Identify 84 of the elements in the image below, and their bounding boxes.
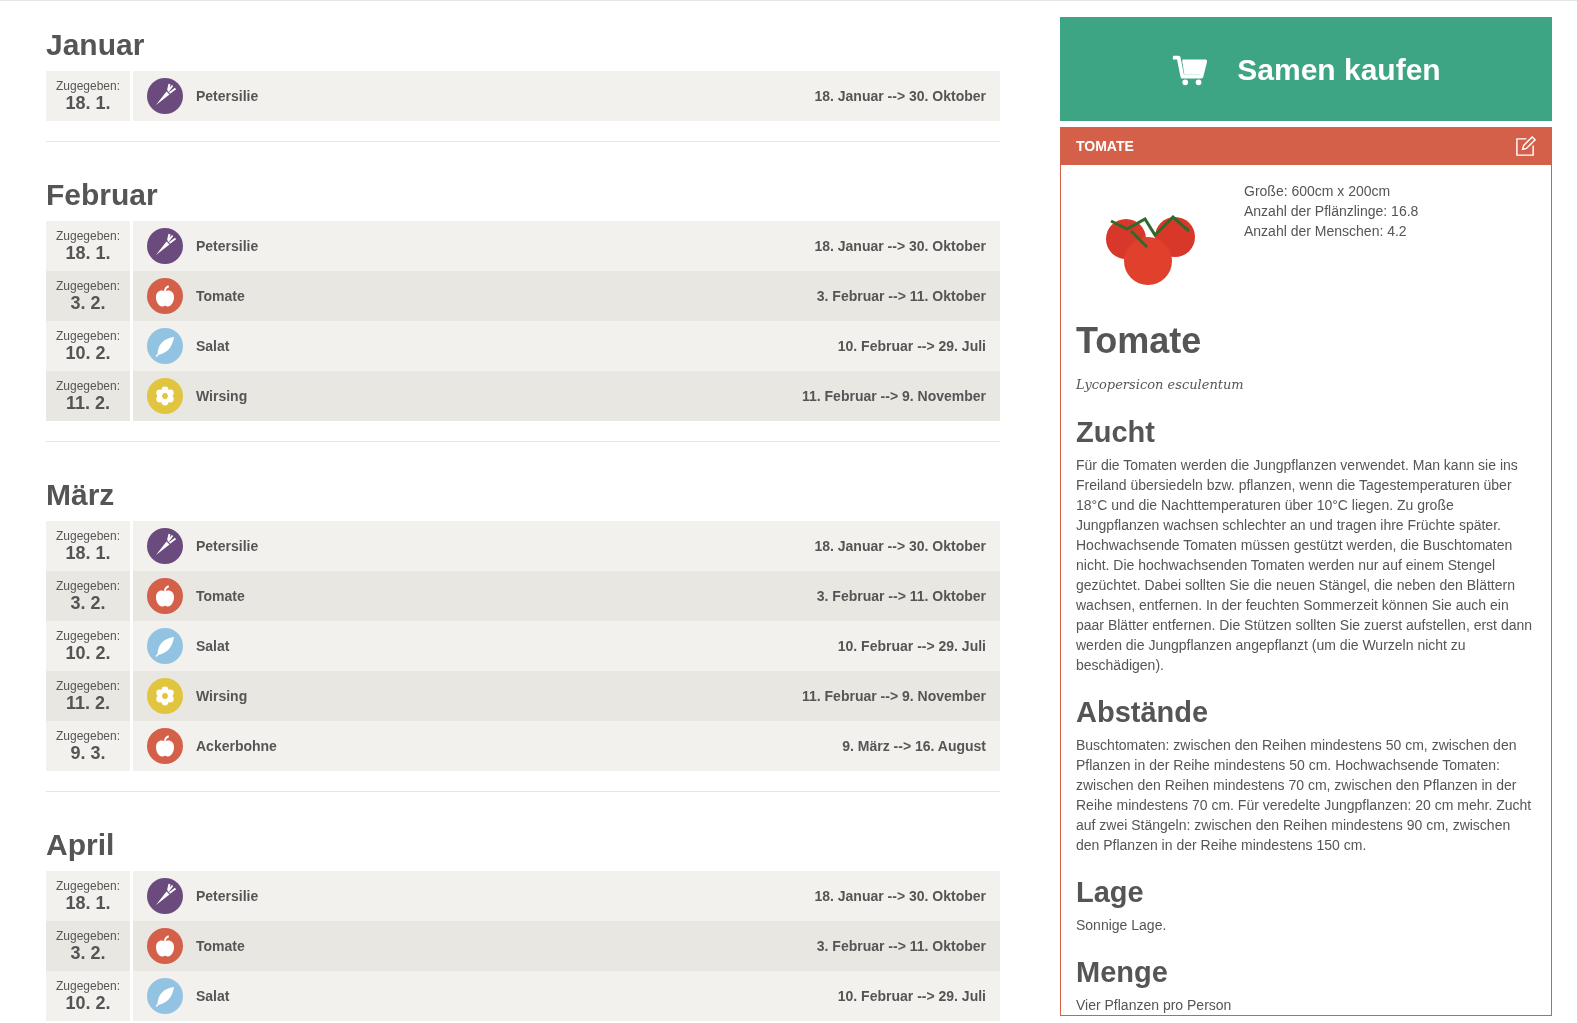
- plant-name: Petersilie: [196, 536, 259, 556]
- added-label: Zugegeben:: [55, 229, 121, 243]
- plant-row[interactable]: Wirsing 11. Februar --> 9. November: [133, 371, 1000, 421]
- date-range: 10. Februar --> 29. Juli: [837, 636, 986, 656]
- month-heading: Januar: [46, 27, 146, 63]
- plant-row[interactable]: Petersilie 18. Januar --> 30. Oktober: [133, 871, 1000, 921]
- date-range: 9. März --> 16. August: [842, 736, 986, 756]
- date-range: 10. Februar --> 29. Juli: [837, 336, 986, 356]
- section-text: Vier Pflanzen pro Person: [1076, 995, 1233, 1015]
- added-label: Zugegeben:: [55, 329, 121, 343]
- added-label: Zugegeben:: [55, 879, 121, 893]
- month-heading: April: [46, 827, 116, 863]
- section-heading: Menge: [1076, 954, 1169, 989]
- plant-row[interactable]: Petersilie 18. Januar --> 30. Oktober: [133, 221, 1000, 271]
- plant-row[interactable]: Tomate 3. Februar --> 11. Oktober: [133, 921, 1000, 971]
- added-date: 18. 1.: [65, 893, 111, 913]
- plant-name: Wirsing: [196, 686, 248, 706]
- added-label: Zugegeben:: [55, 679, 121, 693]
- card-title: TOMATE: [1076, 136, 1134, 156]
- plant-name: Ackerbohne: [196, 736, 277, 756]
- added-label: Zugegeben:: [55, 979, 121, 993]
- added-date: 3. 2.: [70, 943, 106, 963]
- added-date: 18. 1.: [65, 543, 111, 563]
- plant-name: Salat: [196, 636, 230, 656]
- plant-name: Salat: [196, 986, 230, 1006]
- date-range: 11. Februar --> 9. November: [801, 386, 986, 406]
- date-range: 3. Februar --> 11. Oktober: [816, 936, 986, 956]
- section-text: Buschtomaten: zwischen den Reihen mindestens 50 cm, zwischen den Pflanzen in der Reihe mindestens 50 cm. Hochwachsende Tomaten: zwischen den Reihen mindestens 70 cm, zwischen den Pflanzen in der Reihe mindestens 70 cm. Für veredelte Jungpflanzen: 20 cm mehr. Zucht auf zwei Stängeln: zwischen den Reihen mindestens 90 cm, zwischen den Pflanzen in der Reihe mindestens 150 cm.: [1076, 735, 1533, 855]
- plant-row[interactable]: Salat 10. Februar --> 29. Juli: [133, 621, 1000, 671]
- plant-name: Petersilie: [196, 886, 259, 906]
- date-range: 3. Februar --> 11. Oktober: [816, 286, 986, 306]
- section-text: Sonnige Lage.: [1076, 915, 1168, 935]
- date-range: 3. Februar --> 11. Oktober: [816, 586, 986, 606]
- edit-icon[interactable]: [1515, 135, 1536, 157]
- plant-name: Salat: [196, 336, 230, 356]
- added-label: Zugegeben:: [55, 379, 121, 393]
- added-label: Zugegeben:: [55, 529, 121, 543]
- plant-name: Tomate: [196, 286, 245, 306]
- added-label: Zugegeben:: [55, 79, 121, 93]
- added-label: Zugegeben:: [55, 579, 121, 593]
- added-date: 11. 2.: [65, 393, 110, 413]
- added-date: 10. 2.: [65, 343, 111, 363]
- added-date: 10. 2.: [65, 643, 111, 663]
- plant-fact: Große: 600cm x 200cm: [1244, 182, 1392, 201]
- added-label: Zugegeben:: [55, 629, 121, 643]
- added-date: 10. 2.: [65, 993, 111, 1013]
- section-heading: Lage: [1076, 874, 1145, 909]
- plant-name: Tomate: [196, 586, 245, 606]
- latin-name: Lycopersicon esculentum: [1076, 376, 1245, 394]
- added-date: 3. 2.: [70, 293, 106, 313]
- plant-row[interactable]: Petersilie 18. Januar --> 30. Oktober: [133, 71, 1000, 121]
- plant-name: Petersilie: [196, 86, 259, 106]
- section-text: Für die Tomaten werden die Jungpflanzen verwendet. Man kann sie ins Freiland übersiedeln bzw. pflanzen, wenn die Tagestemperaturen über 18°C und die Nachttemperaturen über 10°C liegen. Zu große Jungpflanzen wachsen schlechter an und tragen ihre Früchte später. Hochwachsende Tomaten müssen gestützt werden, die Buschtomaten nicht. Die hochwachsenden Tomaten werden nur auf einem Stengel gezüchtet. Dabei sollten Sie die neuen Stängel, die neben den Blättern wachsen, entfernen. In der feuchten Sommerzeit können Sie auch ein paar Blätter entfernen. Die Stützen sollten Sie zuerst aufstellen, erst dann werden die Jungpflanzen angepflanzt (um die Wurzeln nicht zu beschädigen).: [1076, 455, 1534, 675]
- plant-row[interactable]: Salat 10. Februar --> 29. Juli: [133, 971, 1000, 1021]
- added-date: 11. 2.: [65, 693, 110, 713]
- plant-row[interactable]: Ackerbohne 9. März --> 16. August: [133, 721, 1000, 771]
- date-range: 18. Januar --> 30. Oktober: [814, 86, 986, 106]
- plant-fact: Anzahl der Menschen: 4.2: [1244, 222, 1408, 241]
- added-date: 9. 3.: [70, 743, 106, 763]
- plant-name: Tomate: [196, 936, 245, 956]
- month-heading: Februar: [46, 177, 159, 213]
- plant-name: Petersilie: [196, 236, 259, 256]
- date-range: 18. Januar --> 30. Oktober: [814, 236, 986, 256]
- plant-row[interactable]: Tomate 3. Februar --> 11. Oktober: [133, 271, 1000, 321]
- added-label: Zugegeben:: [55, 729, 121, 743]
- plant-row[interactable]: Wirsing 11. Februar --> 9. November: [133, 671, 1000, 721]
- added-label: Zugegeben:: [55, 929, 121, 943]
- plant-title: Tomate: [1076, 321, 1203, 361]
- date-range: 18. Januar --> 30. Oktober: [814, 536, 986, 556]
- date-range: 18. Januar --> 30. Oktober: [814, 886, 986, 906]
- section-heading: Abstände: [1076, 694, 1210, 729]
- plant-row[interactable]: Tomate 3. Februar --> 11. Oktober: [133, 571, 1000, 621]
- added-date: 3. 2.: [70, 593, 106, 613]
- plant-fact: Anzahl der Pflänzlinge: 16.8: [1244, 202, 1419, 221]
- plant-row[interactable]: Petersilie 18. Januar --> 30. Oktober: [133, 521, 1000, 571]
- added-date: 18. 1.: [65, 93, 111, 113]
- date-range: 10. Februar --> 29. Juli: [837, 986, 986, 1006]
- month-heading: März: [46, 477, 116, 513]
- plant-name: Wirsing: [196, 386, 248, 406]
- date-range: 11. Februar --> 9. November: [801, 686, 986, 706]
- section-heading: Zucht: [1076, 414, 1156, 449]
- added-label: Zugegeben:: [55, 279, 121, 293]
- added-date: 18. 1.: [65, 243, 111, 263]
- plant-row[interactable]: Salat 10. Februar --> 29. Juli: [133, 321, 1000, 371]
